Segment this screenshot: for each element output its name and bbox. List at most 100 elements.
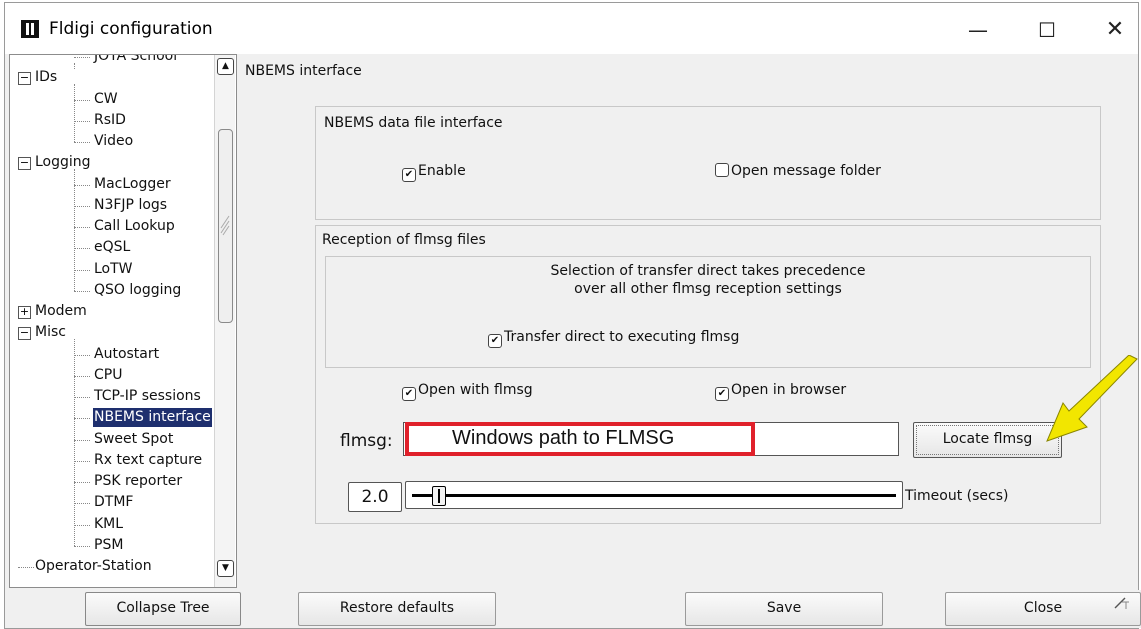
- tree-connector: [18, 567, 34, 568]
- tree-item[interactable]: Operator-Station: [34, 557, 153, 576]
- tree-item-label: KML: [94, 515, 124, 532]
- transfer-direct-group: Selection of transfer direct takes prece…: [325, 256, 1091, 368]
- tree-item[interactable]: LoTW: [93, 260, 134, 279]
- tree-connector: [74, 84, 75, 142]
- resize-grip-icon[interactable]: [1113, 596, 1131, 610]
- open-in-browser-label: Open in browser: [731, 382, 847, 398]
- tree-item[interactable]: Logging: [34, 153, 92, 172]
- tree-item-label: Rx text capture: [94, 451, 203, 468]
- tree-item-label: QSO logging: [94, 281, 182, 298]
- tree-item[interactable]: N3FJP logs: [93, 196, 168, 215]
- tree-item[interactable]: TCP-IP sessions: [93, 387, 202, 406]
- tree-item-label: Modem: [35, 303, 87, 319]
- tree-item[interactable]: RsID: [93, 111, 127, 130]
- tree-item[interactable]: Rx text capture: [93, 451, 203, 470]
- tree-connector: [74, 460, 90, 462]
- tree-item[interactable]: eQSL: [93, 238, 131, 257]
- tree-item-label: Operator-Station: [35, 558, 152, 574]
- tree-connector: [74, 418, 90, 420]
- tree-item[interactable]: JOTA School: [93, 55, 178, 66]
- tree-item[interactable]: Call Lookup: [93, 217, 176, 236]
- minimize-button[interactable]: —: [956, 13, 1000, 47]
- scroll-down-icon[interactable]: ▼: [217, 560, 234, 577]
- tree-item-label: CW: [94, 90, 118, 107]
- collapse-tree-button[interactable]: Collapse Tree: [85, 592, 241, 626]
- tree-item[interactable]: CPU: [93, 366, 123, 385]
- scroll-up-icon[interactable]: ▲: [217, 58, 234, 75]
- tree-connector: [74, 375, 90, 377]
- slider-knob[interactable]: [432, 486, 446, 506]
- tree-item[interactable]: DTMF: [93, 493, 134, 512]
- tree-item[interactable]: KML: [93, 515, 124, 534]
- tree-item-label: MacLogger: [94, 175, 171, 192]
- tree-item[interactable]: Sweet Spot: [93, 430, 174, 449]
- reception-group-label: Reception of flmsg files: [322, 232, 486, 248]
- tree-item-label: Video: [94, 133, 134, 149]
- tree-item[interactable]: Misc: [34, 323, 67, 342]
- tree-item[interactable]: PSK reporter: [93, 472, 183, 491]
- timeout-slider[interactable]: [405, 481, 903, 509]
- window-title: Fldigi configuration: [49, 19, 213, 39]
- tree-item-label: Logging: [35, 154, 91, 171]
- tree-connector: [74, 354, 90, 356]
- maximize-button[interactable]: ☐: [1025, 13, 1069, 47]
- collapse-icon[interactable]: −: [18, 157, 31, 171]
- tree-connector: [74, 269, 90, 271]
- timeout-value-field[interactable]: 2.0: [348, 482, 402, 512]
- open-folder-checkbox[interactable]: Open message folder: [715, 163, 881, 179]
- tree-item-label: PSM: [94, 536, 124, 553]
- open-folder-check-icon: [715, 163, 729, 177]
- tree-item[interactable]: IDs: [34, 68, 58, 87]
- tree-scrollbar[interactable]: ▲ ▼: [214, 55, 235, 587]
- tree-item[interactable]: Modem: [34, 302, 88, 321]
- window-close-button[interactable]: ✕: [1093, 13, 1137, 47]
- tree-item-label: IDs: [35, 69, 58, 86]
- tree-item[interactable]: NBEMS interface: [93, 408, 212, 428]
- tree-connector: [74, 142, 90, 143]
- annotation-box: Windows path to FLMSG: [405, 422, 755, 456]
- note-line-1: Selection of transfer direct takes prece…: [550, 263, 866, 279]
- save-button[interactable]: Save: [685, 592, 883, 626]
- tree-connector: [74, 227, 90, 228]
- timeout-label: Timeout (secs): [905, 488, 1009, 504]
- tree-item[interactable]: QSO logging: [93, 281, 182, 300]
- tree-item[interactable]: MacLogger: [93, 175, 172, 194]
- tree-item[interactable]: Autostart: [93, 345, 160, 364]
- title-bar: Fldigi configuration — ☐ ✕: [5, 3, 1138, 54]
- tree-item[interactable]: Video: [93, 132, 134, 151]
- tree-item-label: Sweet Spot: [94, 430, 174, 447]
- tree-item-label: PSK reporter: [94, 473, 183, 489]
- tree-connector: [74, 482, 90, 483]
- tree-item-label: TCP-IP sessions: [94, 388, 201, 404]
- tree-item-label: Misc: [35, 324, 66, 341]
- tree-connector: [74, 397, 90, 398]
- collapse-icon[interactable]: −: [18, 72, 31, 86]
- enable-checkbox[interactable]: ✔ Enable: [402, 163, 466, 182]
- tree-connector: [74, 205, 90, 207]
- transfer-direct-checkbox[interactable]: ✔ Transfer direct to executing flmsg: [488, 329, 739, 348]
- data-file-group: NBEMS data file interface ✔ Enable Open m…: [315, 106, 1101, 220]
- config-window: Fldigi configuration — ☐ ✕ JOTA School ID…: [4, 2, 1141, 629]
- tree-connector: [74, 290, 90, 292]
- reception-group: Reception of flmsg files Selection of tr…: [315, 225, 1101, 524]
- tree-item-label: DTMF: [94, 494, 134, 511]
- tree-connector: [74, 503, 90, 505]
- tree-connector: [74, 120, 90, 122]
- scroll-thumb[interactable]: [218, 129, 233, 323]
- open-with-flmsg-checkbox[interactable]: ✔ Open with flmsg: [402, 382, 533, 401]
- close-button[interactable]: Close: [945, 592, 1141, 626]
- tree-connector: [74, 169, 75, 291]
- tree-item[interactable]: PSM: [93, 536, 124, 555]
- tree-item[interactable]: CW: [93, 90, 119, 109]
- open-folder-label: Open message folder: [731, 163, 881, 179]
- bottom-bar: Collapse Tree Restore defaults Save Clos…: [9, 590, 1141, 628]
- tree-connector: [74, 339, 75, 546]
- expand-icon[interactable]: +: [18, 306, 31, 319]
- tree-connector: [74, 184, 90, 186]
- collapse-icon[interactable]: −: [18, 327, 31, 341]
- note-line-2: over all other flmsg reception settings: [574, 281, 842, 297]
- restore-defaults-button[interactable]: Restore defaults: [298, 592, 496, 626]
- tree-item-label: RsID: [94, 111, 126, 128]
- tree-connector: [74, 545, 90, 547]
- open-in-browser-checkbox[interactable]: ✔ Open in browser: [715, 382, 846, 401]
